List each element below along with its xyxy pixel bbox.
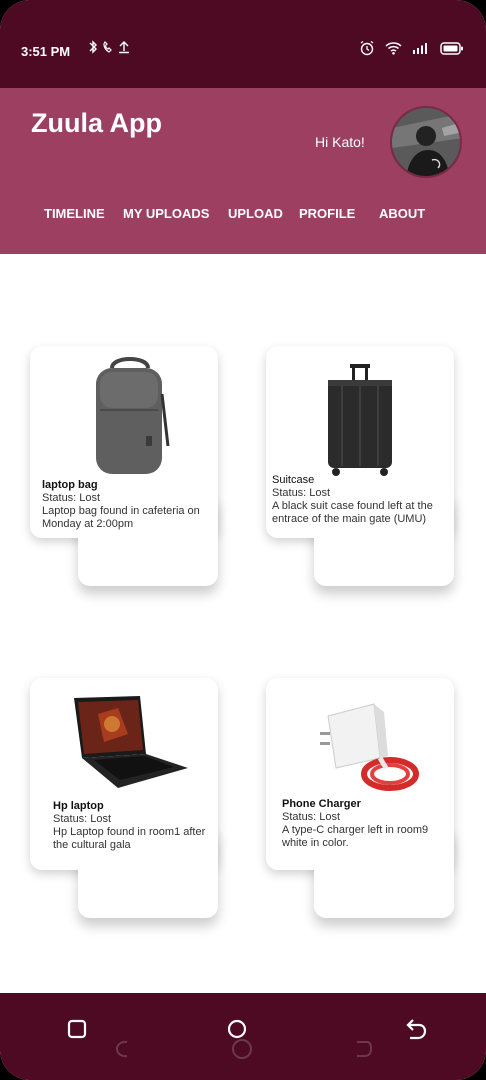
item-description: Hp Laptop found in room1 after the cultu… <box>53 826 206 851</box>
bluetooth-icon <box>89 40 97 54</box>
app-header: Zuula App Hi Kato! TIMELINE MY UPLOADS U… <box>0 88 486 254</box>
recents-icon[interactable] <box>67 1019 87 1039</box>
faint-home-icon <box>232 1039 252 1059</box>
status-time: 3:51 PM <box>21 44 71 59</box>
item-status: Status: Lost <box>42 492 101 504</box>
battery-icon <box>440 41 463 55</box>
avatar-photo <box>392 108 460 176</box>
nav-my-uploads[interactable]: MY UPLOADS <box>123 206 209 221</box>
nav-about[interactable]: ABOUT <box>379 206 425 221</box>
item-status: Status: Lost <box>53 813 112 825</box>
item-card-suitcase[interactable]: Suitcase Status: Lost A black suit case … <box>266 346 454 586</box>
backpack-image <box>96 357 170 474</box>
charger-image <box>320 703 419 791</box>
nav-upload[interactable]: UPLOAD <box>228 206 283 221</box>
status-right-icons <box>359 40 464 56</box>
nav-profile[interactable]: PROFILE <box>299 206 355 221</box>
item-name: Hp laptop <box>53 800 104 812</box>
item-card-laptop-bag[interactable]: laptop bag Status: Lost Laptop bag found… <box>30 346 218 586</box>
phone-screen: 3:51 PM Zuula App Hi Kato! TIMELINE MY U… <box>0 0 486 1080</box>
item-name: laptop bag <box>42 479 98 491</box>
faint-back-icon <box>357 1041 373 1057</box>
item-card-phone-charger[interactable]: Phone Charger Status: Lost A type-C char… <box>266 678 454 918</box>
suitcase-image <box>328 364 392 476</box>
greeting-text: Hi Kato! <box>315 134 365 150</box>
top-nav: TIMELINE MY UPLOADS UPLOAD PROFILE ABOUT <box>0 206 486 226</box>
laptop-image <box>74 696 188 788</box>
back-icon[interactable] <box>404 1017 428 1041</box>
upload-icon <box>119 41 129 54</box>
faint-recents-icon <box>115 1040 128 1058</box>
nav-timeline[interactable]: TIMELINE <box>44 206 105 221</box>
item-status: Status: Lost <box>272 487 331 499</box>
item-description: Laptop bag found in cafeteria on Monday … <box>42 505 200 530</box>
alarm-icon <box>360 40 374 56</box>
call-icon <box>103 41 112 53</box>
item-card-hp-laptop[interactable]: Hp laptop Status: Lost Hp Laptop found i… <box>30 678 218 918</box>
avatar[interactable] <box>390 106 462 178</box>
signal-icon <box>413 43 427 54</box>
wifi-icon <box>385 42 402 55</box>
item-status: Status: Lost <box>282 811 341 823</box>
status-bar: 3:51 PM <box>0 0 486 88</box>
item-name: Phone Charger <box>282 798 361 810</box>
item-description: A black suit case found left at the entr… <box>272 500 433 525</box>
system-nav-bar <box>0 993 486 1080</box>
item-name: Suitcase <box>272 474 315 486</box>
status-left-icons <box>88 40 130 54</box>
app-title: Zuula App <box>31 108 162 138</box>
item-description: A type-C charger left in room9 white in … <box>282 824 429 849</box>
